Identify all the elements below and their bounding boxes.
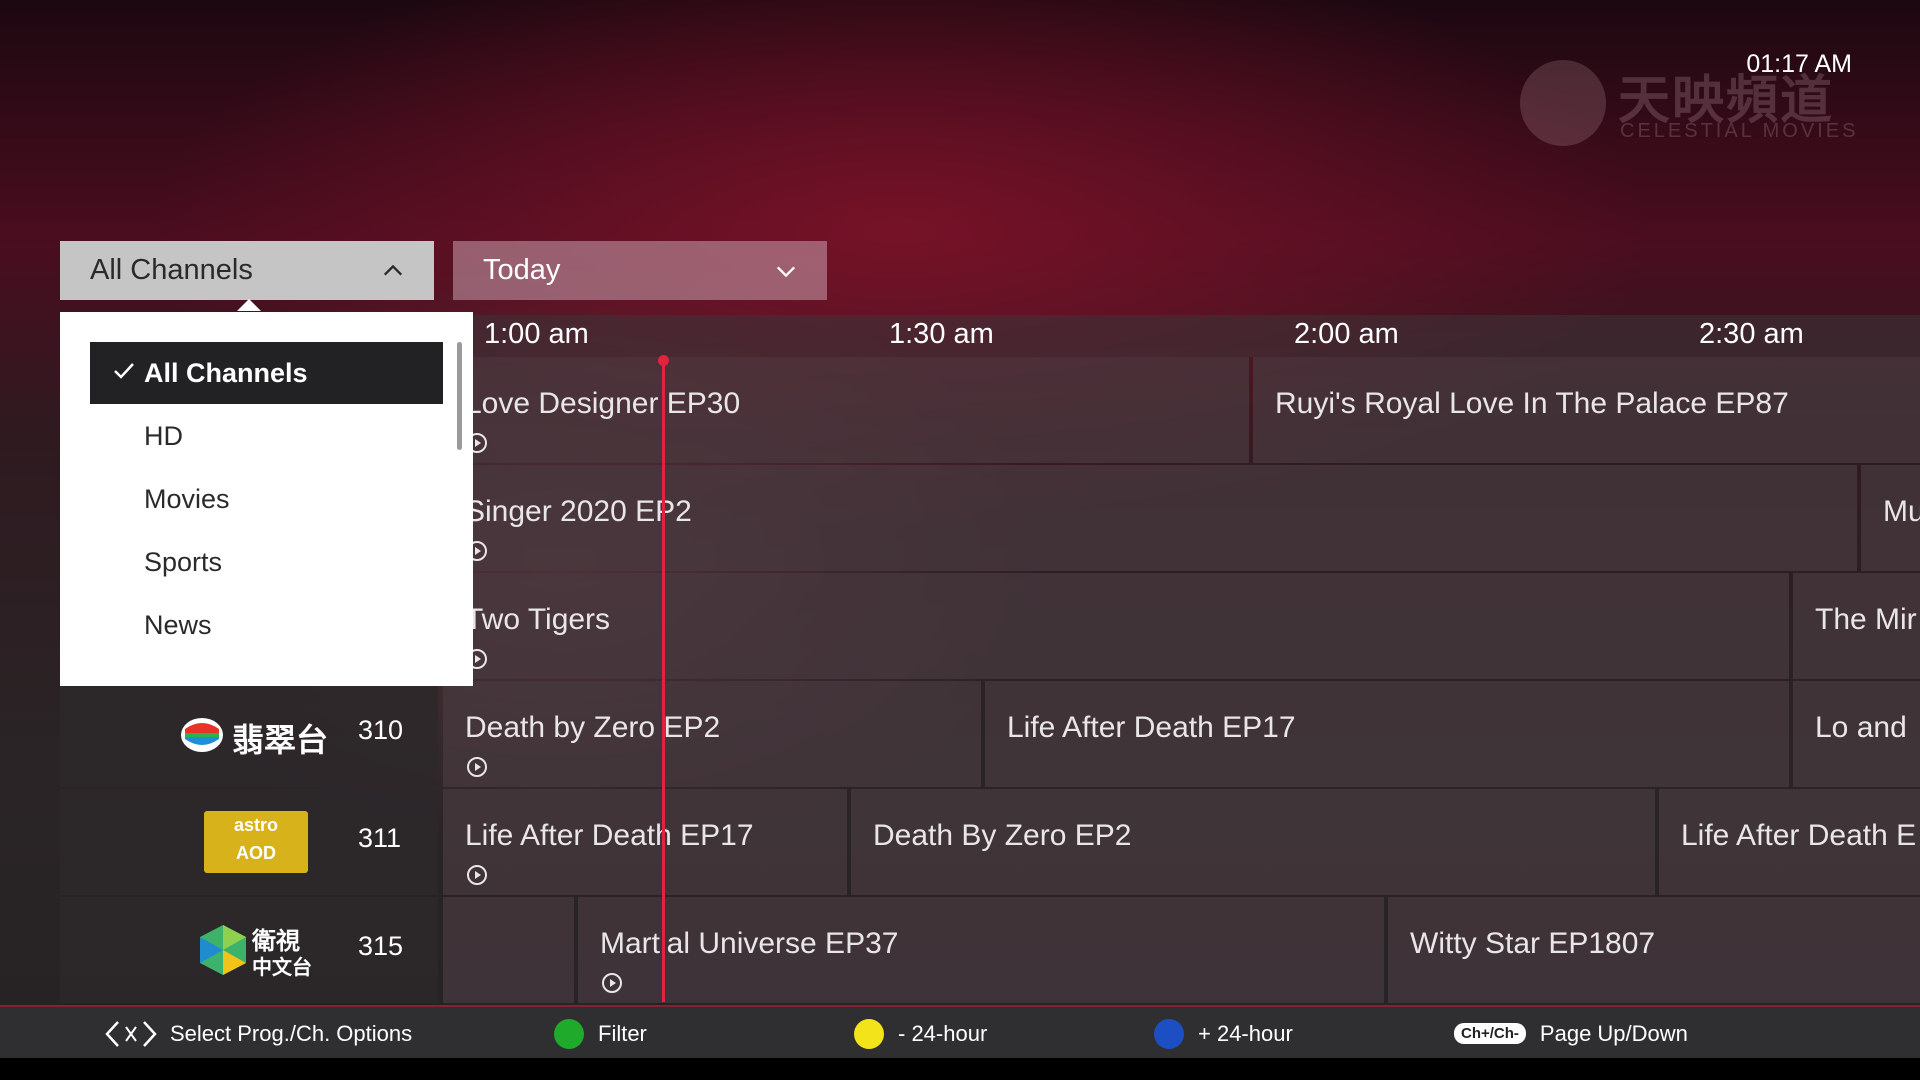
menu-item-hd[interactable]: HD	[90, 405, 443, 467]
program-title: Life After Death EP17	[465, 819, 754, 852]
program-title: Ruyi's Royal Love In The Palace EP87	[1275, 387, 1789, 420]
program-cell[interactable]: Ruyi's Royal Love In The Palace EP87	[1253, 357, 1920, 463]
channel-number: 310	[358, 715, 404, 745]
filter-hint-label: Filter	[598, 1020, 647, 1046]
channel-logo-text: 中文台	[252, 957, 312, 979]
channel-row: 衛視 中文台 315 Martial Universe EP37 Witty S…	[60, 897, 1920, 1005]
astro-aod-logo: astro AOD	[204, 811, 308, 873]
channel-number: 315	[358, 931, 404, 961]
program-title: Martial Universe EP37	[600, 927, 899, 960]
footer-hint-bar: Select Prog./Ch. Options Filter - 24-hou…	[0, 1005, 1920, 1058]
program-title: Death By Zero EP2	[873, 819, 1132, 852]
page-hint: Ch+/Ch- Page Up/Down	[1454, 1007, 1688, 1060]
program-cell[interactable]: Martial Universe EP37	[578, 897, 1384, 1003]
menu-item-label: HD	[144, 420, 183, 451]
dropdown-caret	[237, 299, 261, 311]
minus-24-hint: - 24-hour	[854, 1007, 987, 1060]
time-slot: 2:30 am	[1699, 318, 1804, 350]
program-cell[interactable]	[443, 897, 574, 1003]
channel-cell[interactable]: 翡翠台 310	[60, 681, 438, 787]
program-title: Witty Star EP1807	[1410, 927, 1656, 960]
program-title: Love Designer EP30	[465, 387, 741, 420]
program-cell[interactable]: Mu	[1861, 465, 1920, 571]
timeline-header: 1:00 am 1:30 am 2:00 am 2:30 am	[440, 315, 1920, 357]
tvb-logo-icon	[181, 718, 223, 752]
program-title: Death by Zero EP2	[465, 711, 721, 744]
minus-24-hint-label: - 24-hour	[898, 1020, 988, 1046]
yellow-button-icon	[854, 1018, 884, 1049]
filter-hint: Filter	[554, 1007, 647, 1060]
menu-item-label: Sports	[144, 546, 223, 577]
tvb-jade-logo: 翡翠台	[180, 703, 330, 765]
replay-icon	[602, 973, 622, 993]
menu-item-label: News	[144, 609, 212, 640]
program-title: Singer 2020 EP2	[465, 495, 692, 528]
program-title: The Mir	[1815, 603, 1917, 636]
time-slot: 1:30 am	[889, 318, 994, 350]
program-cell[interactable]: Life After Death EP17	[985, 681, 1789, 787]
plus-24-hint: + 24-hour	[1154, 1007, 1293, 1060]
channel-filter-dropdown[interactable]: All Channels	[60, 241, 434, 300]
program-cell[interactable]: Witty Star EP1807	[1388, 897, 1920, 1003]
program-cell[interactable]: Love Designer EP30	[443, 357, 1249, 463]
bottom-strip	[0, 1058, 1920, 1080]
menu-item-all-channels[interactable]: All Channels	[90, 342, 443, 404]
program-title: Life After Death EP17	[1007, 711, 1296, 744]
watermark-logo-icon	[1520, 60, 1606, 146]
program-title: Two Tigers	[465, 603, 611, 636]
replay-icon	[467, 865, 487, 885]
program-title: Lo and	[1815, 711, 1907, 744]
channel-logo-text: 翡翠台	[232, 722, 329, 758]
channel-logo-text: astro	[233, 815, 278, 835]
program-cell[interactable]: Life After Death EP17	[443, 789, 847, 895]
program-cell[interactable]: Life After Death E	[1659, 789, 1920, 895]
channel-cell[interactable]: 衛視 中文台 315	[60, 897, 438, 1003]
channel-cell[interactable]: astro AOD 311	[60, 789, 438, 895]
time-slot: 2:00 am	[1294, 318, 1399, 350]
date-filter-label: Today	[483, 254, 561, 286]
blue-button-icon	[1154, 1018, 1184, 1049]
current-time-line	[662, 361, 665, 1002]
program-cell[interactable]: Two Tigers	[443, 573, 1789, 679]
channel-filter-menu: All Channels HD Movies Sports News	[60, 312, 473, 686]
program-cell[interactable]: Singer 2020 EP2	[443, 465, 1857, 571]
plus-24-hint-label: + 24-hour	[1198, 1020, 1293, 1046]
channel-filter-label: All Channels	[90, 254, 253, 286]
ch-up-down-icon: Ch+/Ch-	[1454, 1023, 1526, 1044]
menu-item-sports[interactable]: Sports	[90, 531, 443, 593]
menu-item-label: Movies	[144, 483, 230, 514]
program-cell[interactable]: Lo and	[1793, 681, 1920, 787]
left-right-arrows-icon	[105, 1020, 157, 1047]
program-cell[interactable]: Death by Zero EP2	[443, 681, 981, 787]
watermark-english-text: CELESTIAL MOVIES	[1620, 120, 1859, 142]
chevron-down-icon	[776, 266, 796, 277]
program-cell[interactable]: Death By Zero EP2	[851, 789, 1655, 895]
program-title: Mu	[1883, 495, 1920, 528]
page-hint-label: Page Up/Down	[1539, 1020, 1688, 1046]
program-cell[interactable]: The Mir	[1793, 573, 1920, 679]
time-slot: 1:00 am	[484, 318, 589, 350]
channel-row: 翡翠台 310 Death by Zero EP2 Life After Dea…	[60, 681, 1920, 789]
channel-row: astro AOD 311 Life After Death EP17 Deat…	[60, 789, 1920, 897]
checkmark-icon	[114, 363, 134, 379]
menu-scrollbar[interactable]	[457, 342, 462, 450]
nav-hint: Select Prog./Ch. Options	[104, 1007, 412, 1060]
replay-icon	[467, 757, 487, 777]
channel-number: 311	[358, 823, 402, 853]
date-filter-dropdown[interactable]: Today	[453, 241, 827, 300]
star-logo-icon	[200, 925, 246, 975]
menu-item-label: All Channels	[144, 357, 308, 388]
clock: 01:17 AM	[1746, 50, 1852, 78]
nav-hint-label: Select Prog./Ch. Options	[170, 1020, 413, 1046]
menu-item-news[interactable]: News	[90, 594, 443, 656]
chevron-up-icon	[383, 264, 403, 275]
star-chinese-logo: 衛視 中文台	[198, 919, 322, 981]
green-button-icon	[554, 1018, 584, 1049]
menu-item-movies[interactable]: Movies	[90, 468, 443, 530]
channel-logo-text: AOD	[236, 843, 276, 863]
program-title: Life After Death E	[1681, 819, 1917, 852]
